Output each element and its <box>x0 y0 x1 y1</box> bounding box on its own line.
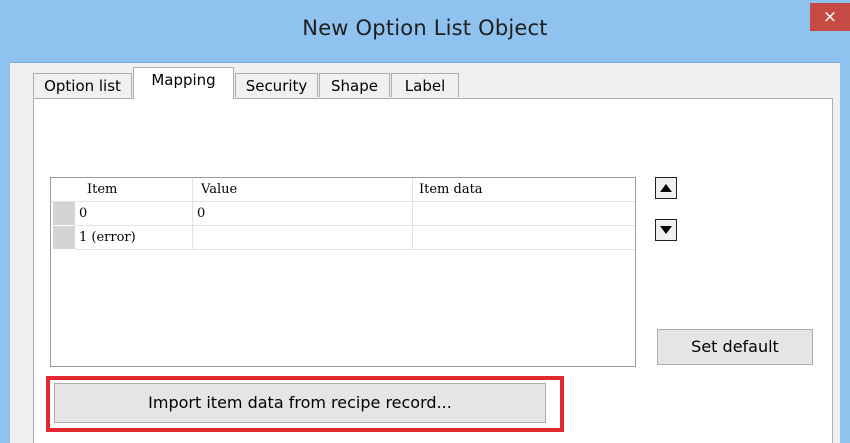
close-button[interactable]: × <box>810 3 850 31</box>
column-header-value[interactable]: Value <box>193 178 413 202</box>
move-up-button[interactable] <box>655 177 677 199</box>
cell-item[interactable]: 0 <box>75 202 193 226</box>
button-label: Import item data from recipe record... <box>148 393 452 412</box>
tab-label: Security <box>245 77 308 95</box>
tab-label[interactable]: Label <box>391 73 459 97</box>
cell-item-data[interactable] <box>413 226 635 250</box>
triangle-down-icon <box>660 226 672 234</box>
tab-security[interactable]: Security <box>235 73 318 97</box>
dialog-title: New Option List Object <box>302 16 548 40</box>
import-item-data-button[interactable]: Import item data from recipe record... <box>54 383 546 423</box>
tab-mapping[interactable]: Mapping <box>133 67 234 99</box>
column-header-item[interactable]: Item <box>75 178 193 202</box>
cell-value[interactable] <box>193 226 413 250</box>
tab-label: Option list <box>44 77 121 95</box>
tab-label: Shape <box>331 77 378 95</box>
tab-option-list[interactable]: Option list <box>33 73 132 97</box>
grid-header-row: Item Value Item data <box>51 178 635 202</box>
set-default-button[interactable]: Set default <box>657 329 813 365</box>
dialog-window: New Option List Object × Option list Map… <box>0 0 850 443</box>
row-header[interactable] <box>53 226 75 249</box>
row-header[interactable] <box>53 202 75 225</box>
triangle-up-icon <box>660 184 672 192</box>
tab-shape[interactable]: Shape <box>319 73 390 97</box>
mapping-grid[interactable]: Item Value Item data 0 0 1 (error) <box>50 177 636 367</box>
title-bar[interactable]: New Option List Object × <box>0 0 850 62</box>
grid-corner-cell <box>51 178 75 202</box>
column-header-item-data[interactable]: Item data <box>413 178 635 202</box>
cell-item-data[interactable] <box>413 202 635 226</box>
tab-label-text: Label <box>404 77 446 95</box>
dialog-client-area: Option list Mapping Security Shape Label… <box>10 62 840 443</box>
table-row[interactable]: 0 0 <box>51 202 635 226</box>
move-down-button[interactable] <box>655 219 677 241</box>
close-icon: × <box>822 7 838 27</box>
table-row[interactable]: 1 (error) <box>51 226 635 250</box>
tab-label: Mapping <box>151 71 216 89</box>
cell-value[interactable]: 0 <box>193 202 413 226</box>
cell-item[interactable]: 1 (error) <box>75 226 193 250</box>
button-label: Set default <box>691 337 779 356</box>
